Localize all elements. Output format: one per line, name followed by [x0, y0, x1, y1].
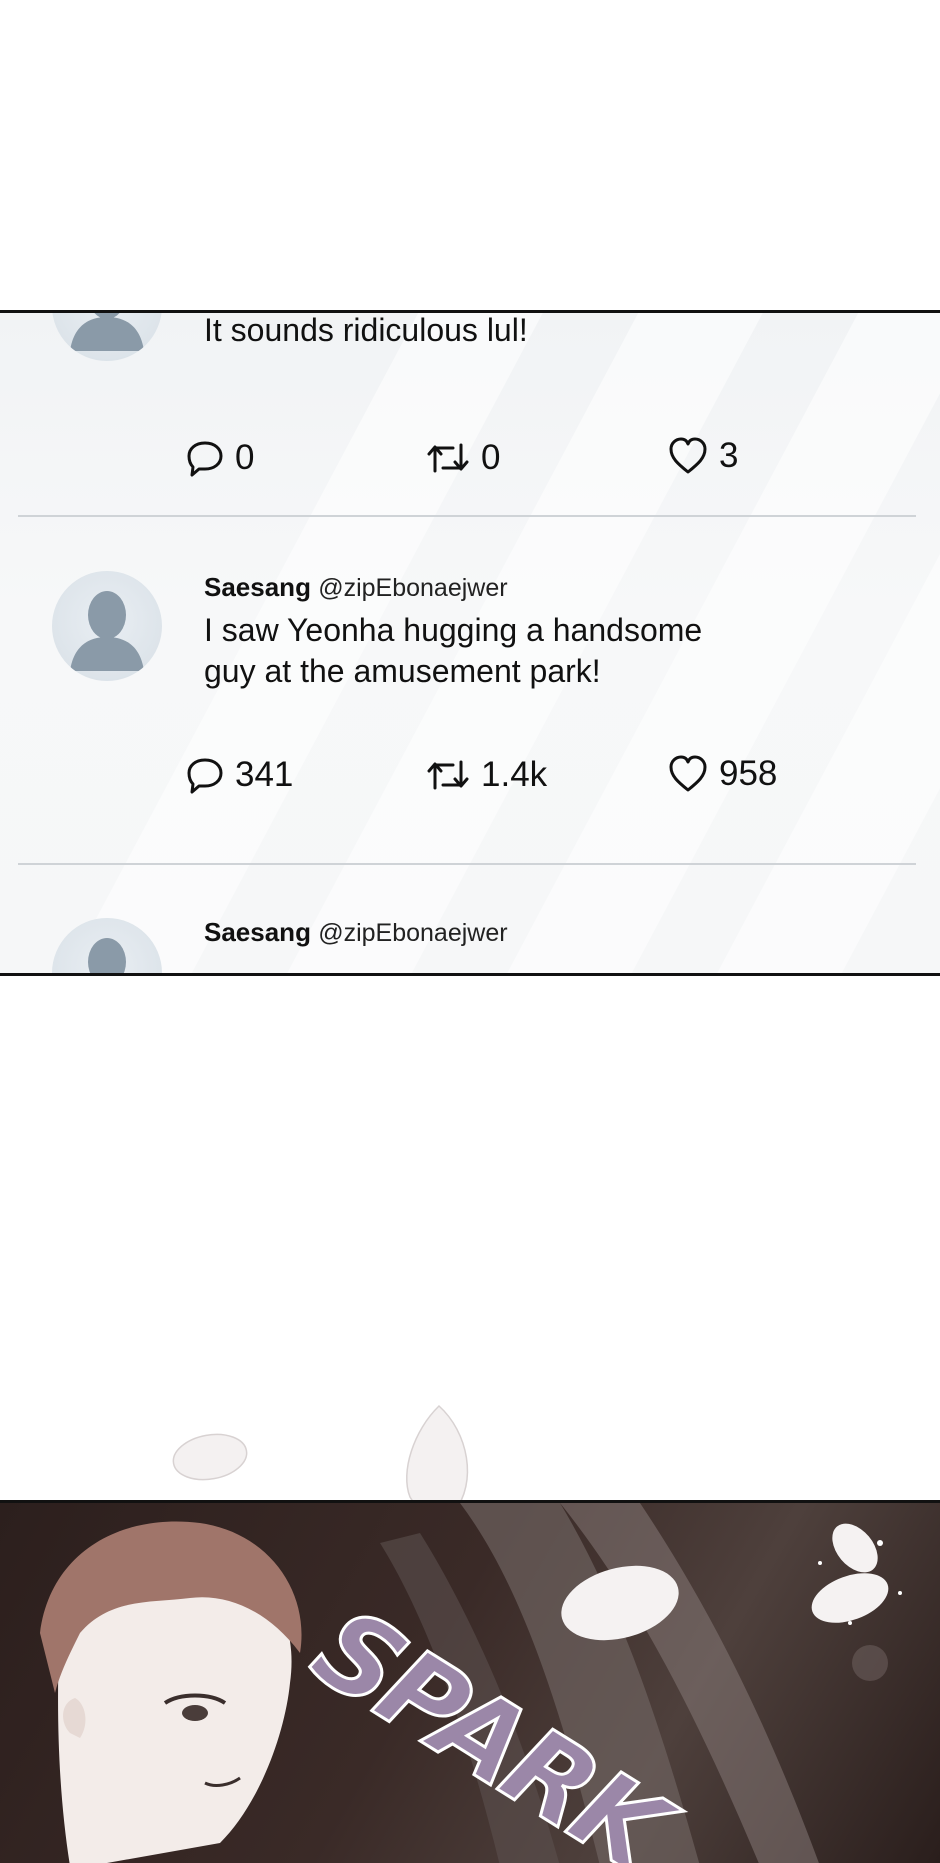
- author-name[interactable]: Saesang: [204, 572, 311, 602]
- tweet-2[interactable]: Saesang @zipEbonaejwer I saw Yeonha hugg…: [0, 518, 940, 863]
- like-count: 3: [719, 436, 739, 475]
- user-avatar[interactable]: [52, 571, 162, 681]
- social-feed-panel: It sounds ridiculous lul! 0 0 3 Saesang …: [0, 310, 940, 976]
- speech-bubble-icon: [187, 758, 223, 794]
- author-handle[interactable]: @zipEbonaejwer: [318, 574, 507, 602]
- tweet-author: Saesang @zipEbonaejwer: [204, 572, 508, 603]
- user-avatar[interactable]: [52, 313, 162, 361]
- reply-button[interactable]: 341: [185, 755, 293, 795]
- user-avatar[interactable]: [52, 918, 162, 973]
- speech-bubble-icon: [187, 441, 223, 477]
- tweet-divider: [18, 515, 916, 517]
- author-name[interactable]: Saesang: [204, 917, 311, 947]
- like-button[interactable]: 958: [667, 753, 777, 795]
- avatar-silhouette-icon: [70, 591, 144, 671]
- tweet-text-line: It sounds ridiculous lul!: [204, 312, 528, 348]
- heart-icon: [669, 437, 707, 474]
- retweet-count: 1.4k: [481, 755, 548, 794]
- author-handle[interactable]: @zipEbonaejwer: [318, 919, 507, 947]
- heart-icon: [669, 755, 707, 792]
- reply-count: 341: [235, 755, 294, 794]
- avatar-silhouette-icon: [70, 313, 144, 351]
- reply-count: 0: [235, 438, 255, 477]
- falling-petal: [172, 1433, 248, 1481]
- retweet-button[interactable]: 1.4k: [425, 755, 547, 795]
- retweet-button[interactable]: 0: [425, 438, 500, 478]
- comic-illustration: SPARK: [0, 1500, 940, 1863]
- tweet-1[interactable]: It sounds ridiculous lul! 0 0 3: [0, 313, 940, 518]
- retweet-arrows-icon: [427, 443, 469, 473]
- tweet-text-line: I saw Yeonha hugging a handsome: [204, 612, 703, 648]
- retweet-arrows-icon: [427, 760, 469, 790]
- avatar-silhouette-icon: [88, 938, 126, 973]
- like-count: 958: [719, 754, 778, 793]
- tweet-text-line: guy at the amusement park!: [204, 653, 601, 689]
- tweet-3[interactable]: Saesang @zipEbonaejwer: [0, 865, 940, 973]
- retweet-count: 0: [481, 438, 501, 477]
- like-button[interactable]: 3: [667, 435, 738, 477]
- tweet-author: Saesang @zipEbonaejwer: [204, 917, 508, 948]
- reply-button[interactable]: 0: [185, 438, 254, 478]
